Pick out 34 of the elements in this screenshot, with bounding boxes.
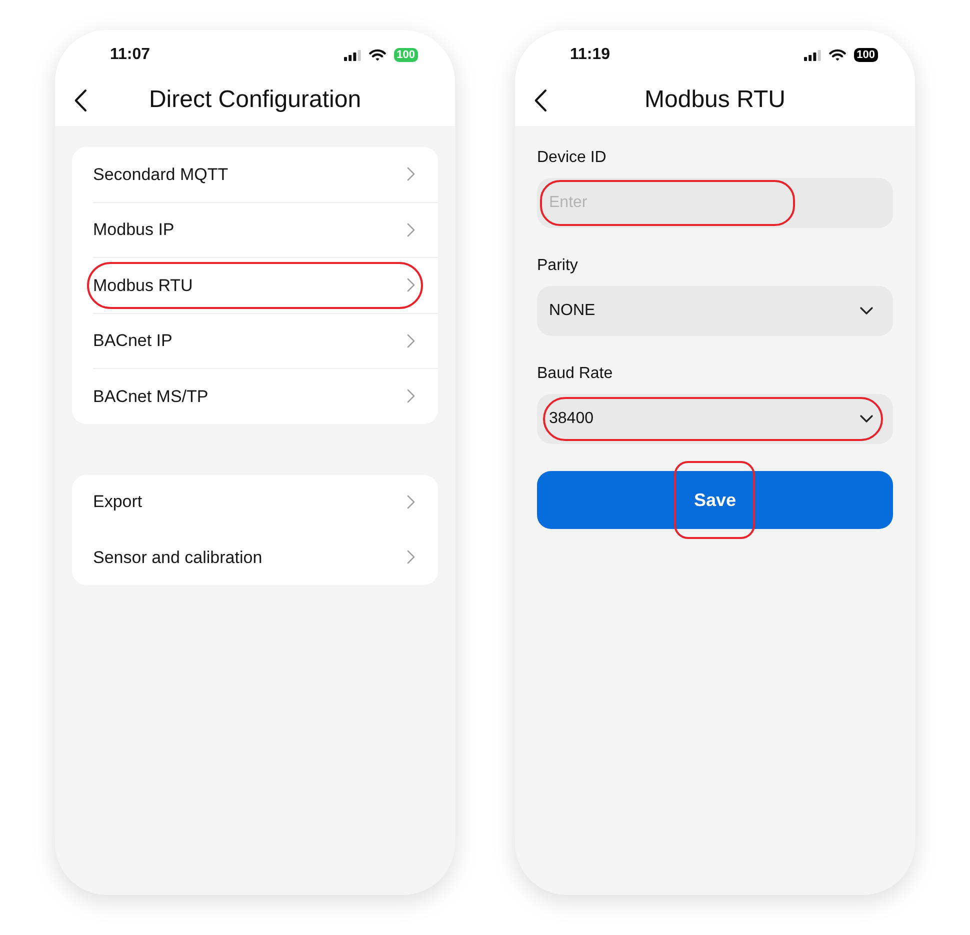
chevron-right-icon — [407, 334, 415, 348]
menu-item[interactable]: Modbus IP — [72, 202, 438, 257]
battery-indicator: 100 — [854, 48, 878, 62]
menu-item[interactable]: Export — [72, 474, 438, 529]
battery-indicator: 100 — [394, 48, 418, 62]
chevron-right-icon — [407, 389, 415, 404]
select-field[interactable]: NONE — [537, 286, 893, 336]
status-time: 11:19 — [570, 45, 610, 65]
signal-icon — [804, 50, 821, 60]
status-time: 11:07 — [110, 45, 150, 65]
menu-item[interactable]: Sensor and calibration — [72, 530, 438, 584]
chevron-right-icon — [407, 222, 415, 237]
chevron-down-icon — [860, 307, 873, 315]
chevron-left-icon — [74, 88, 86, 112]
select-field[interactable]: 38400 — [537, 394, 893, 444]
field-label: Device ID — [537, 148, 608, 168]
menu-item[interactable]: Secondard MQTT — [72, 147, 438, 202]
field-label: Parity — [537, 256, 579, 276]
screen-title: Direct Configuration — [148, 85, 362, 115]
chevron-left-icon — [534, 88, 546, 112]
wifi-icon — [828, 49, 846, 61]
signal-icon — [344, 50, 361, 60]
chevron-right-icon — [407, 494, 415, 509]
field-label: Baud Rate — [537, 364, 614, 384]
chevron-right-icon — [407, 278, 415, 292]
screen-title: Modbus RTU — [644, 85, 786, 115]
chevron-right-icon — [407, 167, 415, 182]
menu-item[interactable]: Modbus RTU — [72, 258, 438, 312]
menu-item[interactable]: BACnet IP — [72, 314, 438, 368]
chevron-down-icon — [860, 415, 873, 423]
chevron-right-icon — [407, 550, 415, 564]
menu-item[interactable]: BACnet MS/TP — [72, 369, 438, 424]
wifi-icon — [368, 49, 386, 61]
save-button[interactable]: Save — [537, 471, 893, 529]
